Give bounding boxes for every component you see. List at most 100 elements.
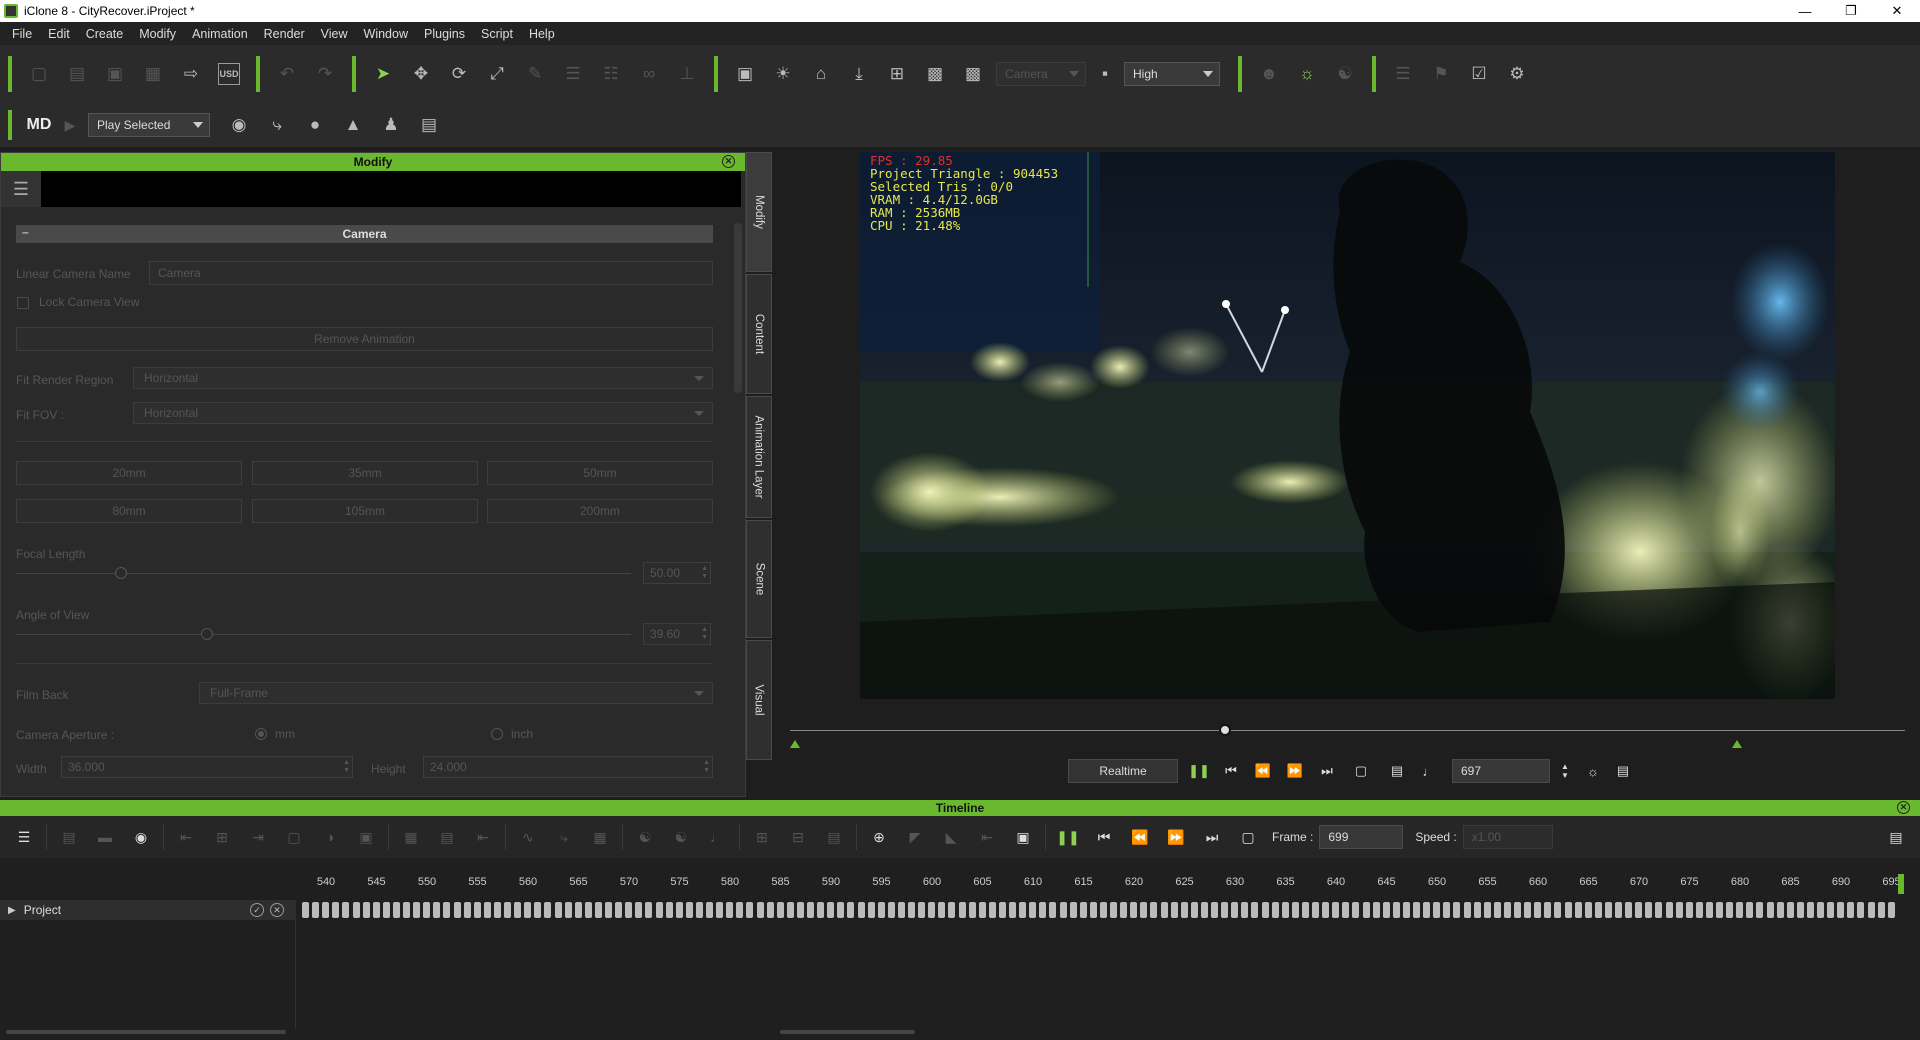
keyframe-marker[interactable] xyxy=(1019,902,1027,918)
keyframe-marker[interactable] xyxy=(1493,902,1501,918)
keyframe-marker[interactable] xyxy=(918,902,926,918)
keyframe-marker[interactable] xyxy=(1372,902,1380,918)
move-icon[interactable]: ✥ xyxy=(406,59,436,89)
link-icon[interactable]: ∞ xyxy=(634,59,664,89)
project-track-header[interactable]: ▶ Project ✓ ✕ xyxy=(0,900,296,920)
align-icon[interactable]: ☰ xyxy=(558,59,588,89)
play-circle-icon[interactable]: ▶ xyxy=(62,110,78,140)
track-list-icon[interactable]: ☰ xyxy=(10,823,38,851)
skip-to-start-icon[interactable]: ⏮ xyxy=(1090,823,1118,851)
checklist-icon[interactable]: ☑ xyxy=(1464,59,1494,89)
video-camera-icon[interactable]: ▪ xyxy=(1090,59,1120,89)
keyframe-marker[interactable] xyxy=(1312,902,1319,918)
keyframe-marker[interactable] xyxy=(1221,902,1229,918)
keyframe-marker[interactable] xyxy=(857,902,865,918)
keyframe-marker[interactable] xyxy=(675,902,683,918)
keyframe-marker[interactable] xyxy=(1685,902,1693,918)
lens-50mm-button[interactable]: 50mm xyxy=(487,461,713,485)
reach-icon[interactable]: ☯ xyxy=(667,823,695,851)
previous-frame-icon[interactable]: ⏪ xyxy=(1126,823,1154,851)
keyframe-marker[interactable] xyxy=(504,902,511,918)
keyframe-marker[interactable] xyxy=(1241,902,1249,918)
track-list-scrollbar[interactable] xyxy=(6,1030,286,1034)
keyframe-marker[interactable] xyxy=(1756,902,1764,918)
keyframe-marker[interactable] xyxy=(645,902,653,918)
keyframe-marker[interactable] xyxy=(1675,902,1683,918)
remove-animation-button[interactable]: Remove Animation xyxy=(16,327,713,351)
keyframe-marker[interactable] xyxy=(1524,902,1532,918)
keyframe-marker[interactable] xyxy=(1049,902,1057,918)
subtitle-icon[interactable]: ▤ xyxy=(1386,760,1408,782)
attach-icon[interactable]: ⊥ xyxy=(672,59,702,89)
rotate-icon[interactable]: ⟳ xyxy=(444,59,474,89)
keyframe-marker[interactable] xyxy=(1079,902,1087,918)
current-frame-field[interactable]: 697 xyxy=(1452,759,1550,783)
key-blend-icon[interactable]: ▣ xyxy=(352,823,380,851)
keyframe-marker[interactable] xyxy=(1705,902,1713,918)
keyframe-marker[interactable] xyxy=(1514,902,1521,918)
keyframe-marker[interactable] xyxy=(1120,902,1128,918)
keyframe-marker[interactable] xyxy=(1039,902,1047,918)
track-visibility-icon[interactable]: ✓ xyxy=(250,903,264,917)
angle-of-view-slider-handle[interactable] xyxy=(200,628,213,640)
timeline-horizontal-scrollbar[interactable] xyxy=(780,1030,915,1034)
keyframe-marker[interactable] xyxy=(827,902,835,918)
keyframe-marker[interactable] xyxy=(1796,902,1804,918)
keyframe-marker[interactable] xyxy=(463,902,471,918)
keyframe-marker[interactable] xyxy=(958,902,966,918)
keyframe-marker[interactable] xyxy=(1110,902,1117,918)
keyframe-marker[interactable] xyxy=(1584,902,1592,918)
keyframe-marker[interactable] xyxy=(928,902,936,918)
character-icon[interactable]: ☻ xyxy=(1254,59,1284,89)
keyframe-marker[interactable] xyxy=(524,902,532,918)
spinner-arrows-icon[interactable]: ▲ ▼ xyxy=(701,626,708,642)
keyframe-marker[interactable] xyxy=(1069,902,1077,918)
close-window-button[interactable]: ✕ xyxy=(1874,0,1920,22)
keyframe-marker[interactable] xyxy=(1574,902,1582,918)
keyframe-marker[interactable] xyxy=(685,902,693,918)
menu-help[interactable]: Help xyxy=(521,27,563,41)
keyframe-marker[interactable] xyxy=(352,902,360,918)
menu-edit[interactable]: Edit xyxy=(40,27,78,41)
keyframe-marker[interactable] xyxy=(978,902,986,918)
keyframe-marker[interactable] xyxy=(423,902,431,918)
menu-script[interactable]: Script xyxy=(473,27,521,41)
keyframe-marker[interactable] xyxy=(342,902,350,918)
bone-icon[interactable]: ⤷ xyxy=(550,823,578,851)
audio-icon[interactable]: ♩ xyxy=(703,823,731,851)
pick-icon[interactable]: ▩ xyxy=(920,59,950,89)
keyframe-marker[interactable] xyxy=(392,902,400,918)
keyframe-marker[interactable] xyxy=(766,902,774,918)
tab-content[interactable]: Content xyxy=(746,274,772,394)
keyframe-marker[interactable] xyxy=(1190,902,1198,918)
keyframe-marker[interactable] xyxy=(322,902,330,918)
keyframe-marker[interactable] xyxy=(1160,902,1168,918)
clip-break-icon[interactable]: ▦ xyxy=(397,823,425,851)
keyframe-marker[interactable] xyxy=(1867,902,1875,918)
keyframe-marker[interactable] xyxy=(332,902,340,918)
key-next-icon[interactable]: ⇥ xyxy=(244,823,272,851)
open-folder-icon[interactable]: ▤ xyxy=(62,59,92,89)
timeline-playhead[interactable] xyxy=(1898,874,1904,894)
keyframe-marker[interactable] xyxy=(1837,902,1845,918)
3d-viewport[interactable]: FPS : 29.85 Project Triangle : 904453 Se… xyxy=(860,152,1835,699)
camera-section-header[interactable]: – Camera xyxy=(16,225,713,243)
keyframe-marker[interactable] xyxy=(908,902,915,918)
keyframe-marker[interactable] xyxy=(1402,902,1410,918)
save-icon[interactable]: ▣ xyxy=(100,59,130,89)
keyframe-marker[interactable] xyxy=(837,902,845,918)
height-spinner[interactable]: 24.000 ▲ ▼ xyxy=(423,756,713,778)
lens-35mm-button[interactable]: 35mm xyxy=(252,461,478,485)
keyframe-marker[interactable] xyxy=(1261,902,1269,918)
keyframe-marker[interactable] xyxy=(1392,902,1400,918)
spinner-arrows-icon[interactable]: ▲ ▼ xyxy=(701,565,708,581)
keyframe-marker[interactable] xyxy=(726,902,734,918)
keyframe-marker[interactable] xyxy=(938,902,946,918)
keyframe-marker[interactable] xyxy=(1776,902,1784,918)
keyframe-marker[interactable] xyxy=(776,902,784,918)
people-icon[interactable]: ♟ xyxy=(376,110,406,140)
keyframe-marker[interactable] xyxy=(1847,902,1855,918)
keyframe-marker[interactable] xyxy=(1180,902,1188,918)
keyframe-marker[interactable] xyxy=(574,902,582,918)
curve-icon[interactable]: ∿ xyxy=(514,823,542,851)
